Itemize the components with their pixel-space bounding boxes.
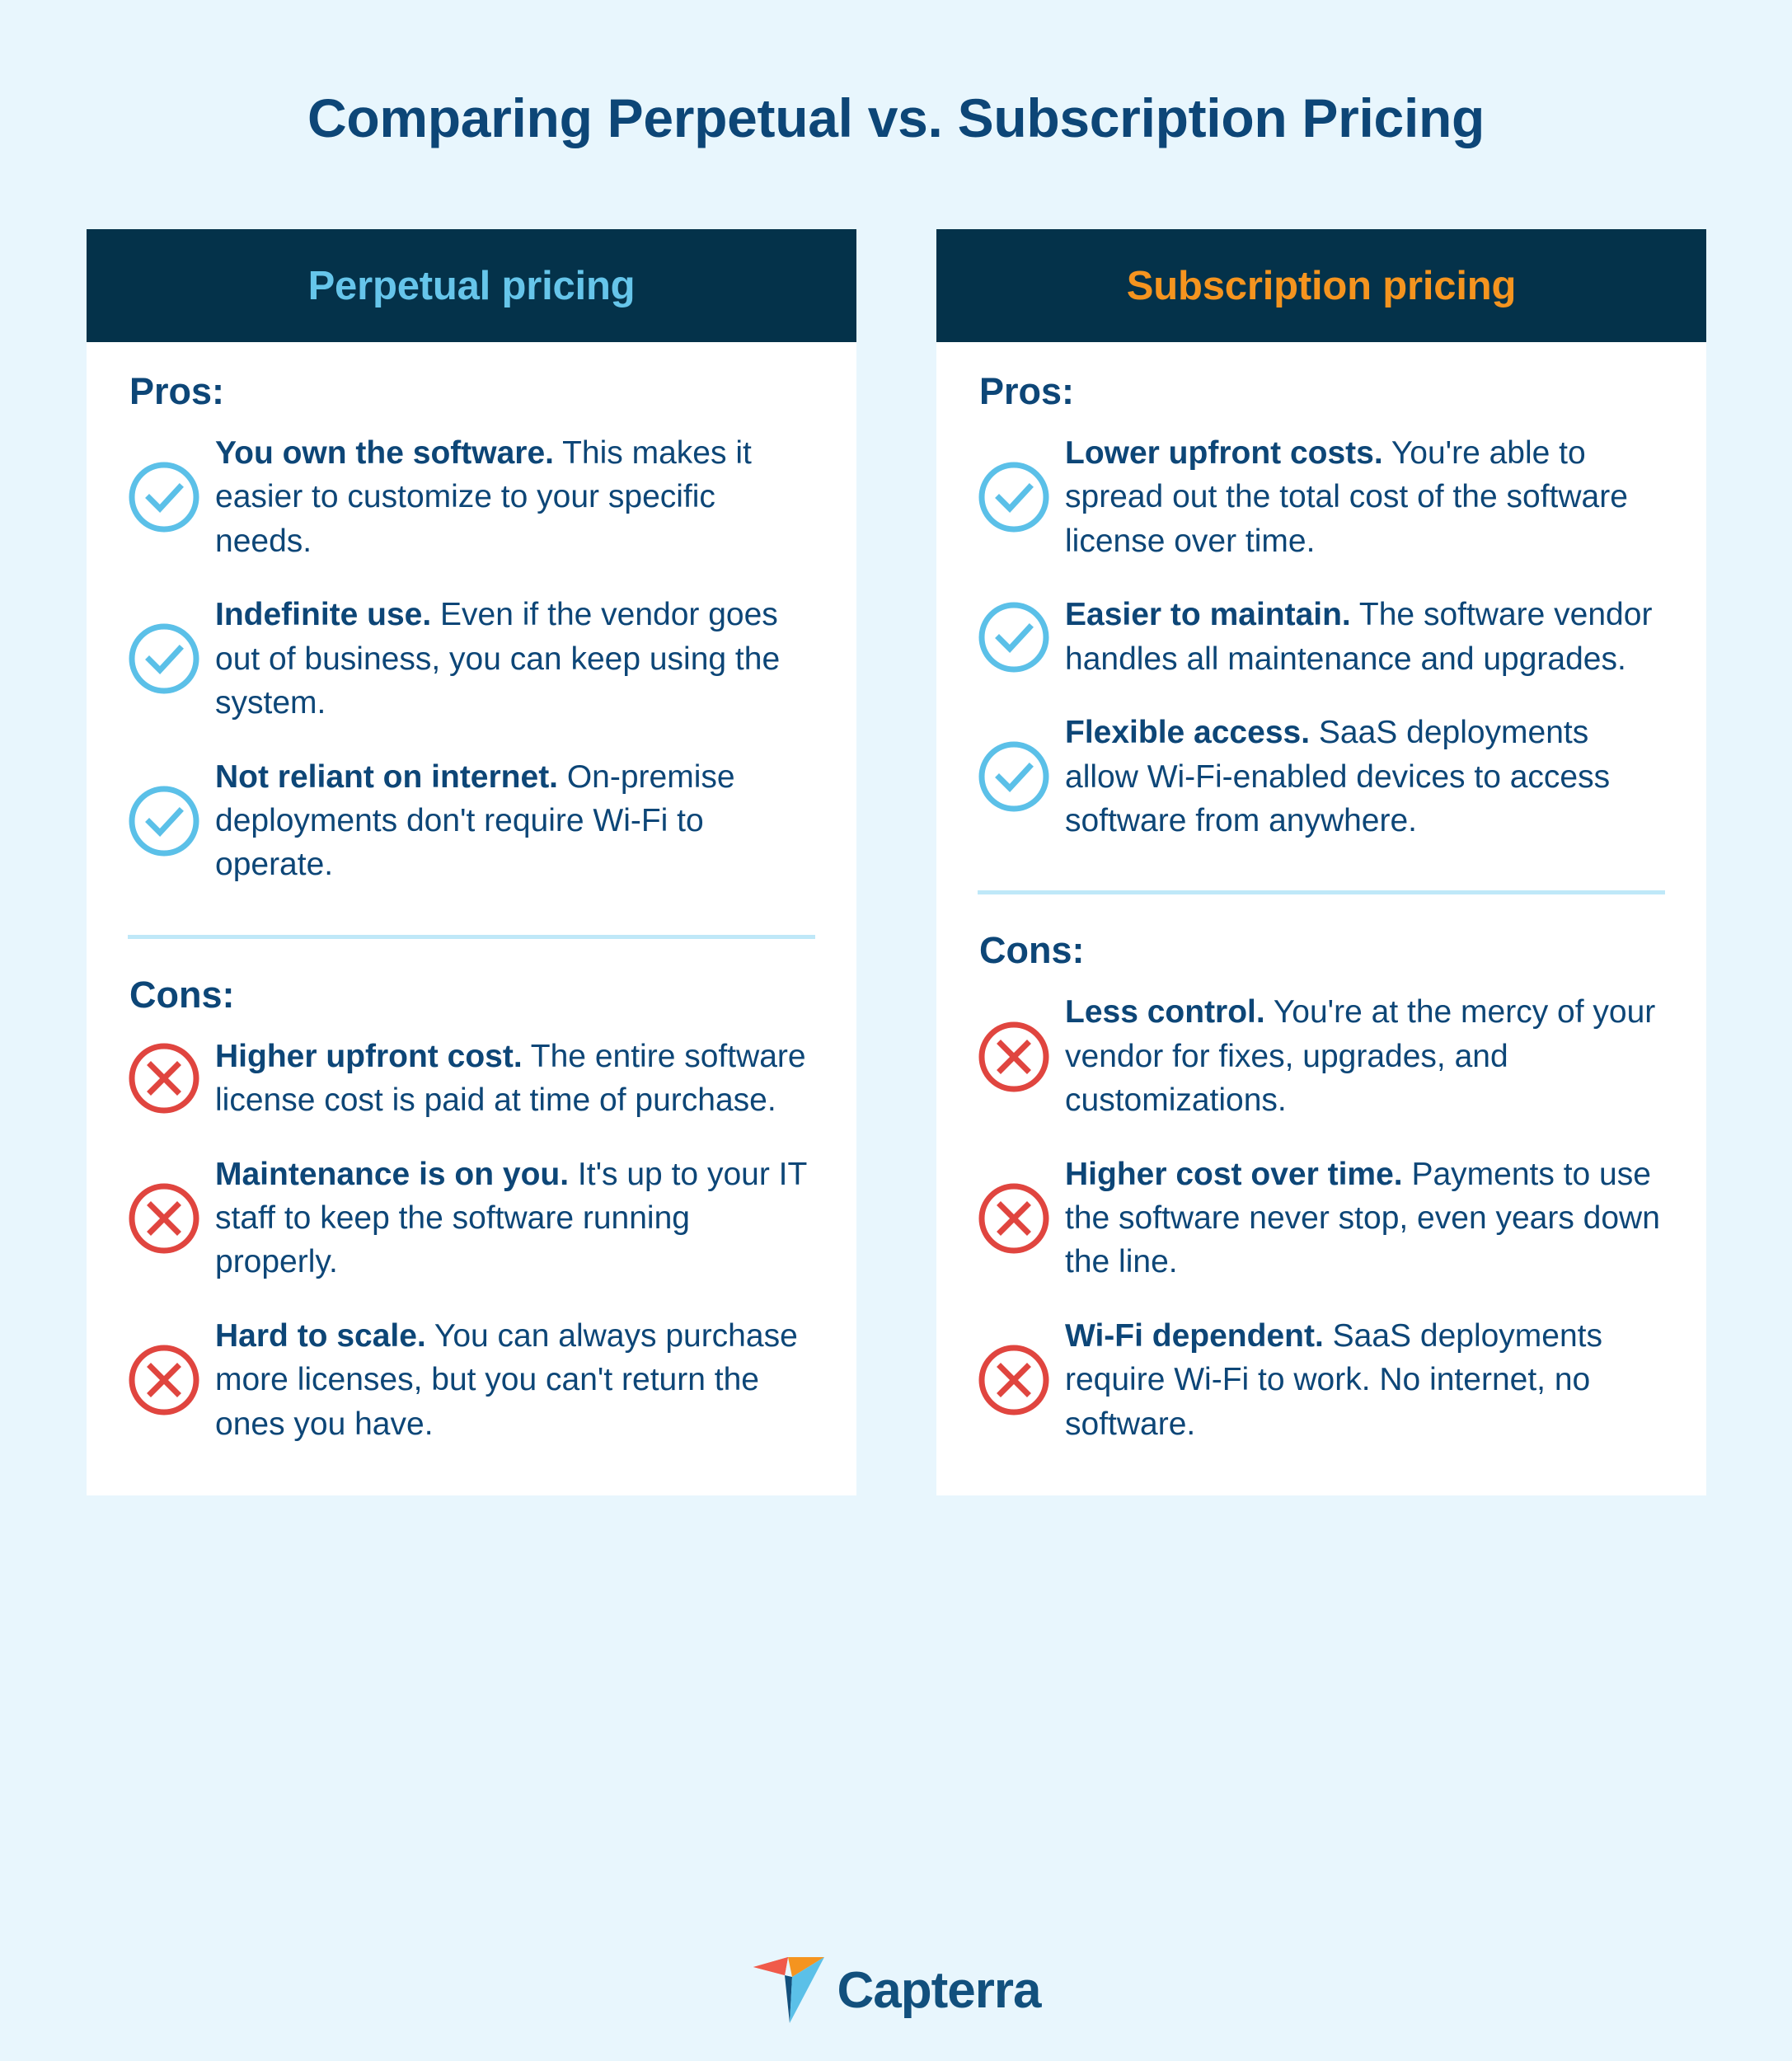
list-item-bold: Lower upfront costs. xyxy=(1065,435,1383,471)
perpetual-card-header: Perpetual pricing xyxy=(87,229,856,342)
list-item-text: Higher cost over time. Payments to use t… xyxy=(1065,1153,1668,1284)
list-item-text: Higher upfront cost. The entire software… xyxy=(215,1035,819,1123)
x-circle-icon xyxy=(124,1179,204,1258)
list-item: Flexible access. SaaS deployments allow … xyxy=(974,711,1668,843)
check-circle-icon xyxy=(974,737,1053,816)
list-item: Lower upfront costs. You're able to spre… xyxy=(974,431,1668,563)
list-item: Hard to scale. You can always purchase m… xyxy=(124,1314,819,1446)
list-item: Higher cost over time. Payments to use t… xyxy=(974,1153,1668,1284)
list-item: Indefinite use. Even if the vendor goes … xyxy=(124,593,819,725)
subscription-card-body: Pros: Lower upfront costs. You're able t… xyxy=(936,342,1706,1495)
perpetual-card-body: Pros: You own the software. This makes i… xyxy=(87,342,856,1495)
list-item: Easier to maintain. The software vendor … xyxy=(974,593,1668,681)
list-item: Less control. You're at the mercy of you… xyxy=(974,990,1668,1122)
subscription-header-label: Subscription pricing xyxy=(1126,263,1517,308)
list-item-bold: Higher upfront cost. xyxy=(215,1038,523,1074)
subscription-pros-label: Pros: xyxy=(979,370,1075,412)
list-item: Not reliant on internet. On-premise depl… xyxy=(124,755,819,887)
subscription-card-header: Subscription pricing xyxy=(936,229,1706,342)
list-item-bold: Wi-Fi dependent. xyxy=(1065,1317,1324,1354)
list-item: Higher upfront cost. The entire software… xyxy=(124,1035,819,1123)
list-item-bold: Hard to scale. xyxy=(215,1317,426,1354)
perpetual-pros-label: Pros: xyxy=(129,370,225,412)
subscription-pricing-card: Subscription pricing Pros: Lower upfront… xyxy=(936,229,1706,1496)
list-item-bold: Indefinite use. xyxy=(215,597,432,633)
list-item-bold: You own the software. xyxy=(215,435,554,471)
list-item-text: Lower upfront costs. You're able to spre… xyxy=(1065,431,1668,563)
list-item-text: Less control. You're at the mercy of you… xyxy=(1065,990,1668,1122)
section-divider xyxy=(128,934,815,939)
x-circle-icon xyxy=(974,1179,1053,1258)
page-title: Comparing Perpetual vs. Subscription Pri… xyxy=(307,87,1485,148)
capterra-paper-plane-logo-icon xyxy=(752,1955,826,2025)
list-item-bold: Easier to maintain. xyxy=(1065,597,1351,633)
list-item-text: You own the software. This makes it easi… xyxy=(215,431,819,563)
list-item-text: Hard to scale. You can always purchase m… xyxy=(215,1314,819,1446)
check-circle-icon xyxy=(124,619,204,698)
list-item-text: Easier to maintain. The software vendor … xyxy=(1065,593,1668,681)
list-item: You own the software. This makes it easi… xyxy=(124,431,819,563)
list-item-bold: Flexible access. xyxy=(1065,715,1311,751)
check-circle-icon xyxy=(124,458,204,537)
list-item-bold: Higher cost over time. xyxy=(1065,1156,1403,1192)
subscription-cons-label: Cons: xyxy=(979,929,1085,972)
section-divider xyxy=(978,890,1665,895)
list-item-bold: Not reliant on internet. xyxy=(215,758,559,795)
perpetual-pricing-card: Perpetual pricing Pros: You own the soft… xyxy=(87,229,856,1496)
list-item-text: Indefinite use. Even if the vendor goes … xyxy=(215,593,819,725)
list-item: Wi-Fi dependent. SaaS deployments requir… xyxy=(974,1314,1668,1446)
list-item-text: Maintenance is on you. It's up to your I… xyxy=(215,1153,819,1284)
list-item-text: Wi-Fi dependent. SaaS deployments requir… xyxy=(1065,1314,1668,1446)
x-circle-icon xyxy=(124,1039,204,1118)
footer-brand: Capterra xyxy=(0,1955,1792,2025)
list-item-bold: Maintenance is on you. xyxy=(215,1156,570,1192)
list-item: Maintenance is on you. It's up to your I… xyxy=(124,1153,819,1284)
infographic-page: Comparing Perpetual vs. Subscription Pri… xyxy=(0,0,1792,2061)
check-circle-icon xyxy=(974,458,1053,537)
x-circle-icon xyxy=(124,1340,204,1420)
comparison-columns: Perpetual pricing Pros: You own the soft… xyxy=(87,229,1706,1496)
check-circle-icon xyxy=(124,782,204,861)
perpetual-header-label: Perpetual pricing xyxy=(307,263,636,308)
x-circle-icon xyxy=(974,1340,1053,1420)
check-circle-icon xyxy=(974,598,1053,677)
list-item-text: Flexible access. SaaS deployments allow … xyxy=(1065,711,1668,843)
list-item-bold: Less control. xyxy=(1065,994,1265,1030)
capterra-wordmark: Capterra xyxy=(837,1961,1042,2019)
list-item-text: Not reliant on internet. On-premise depl… xyxy=(215,755,819,887)
x-circle-icon xyxy=(974,1017,1053,1096)
perpetual-cons-label: Cons: xyxy=(129,973,235,1016)
